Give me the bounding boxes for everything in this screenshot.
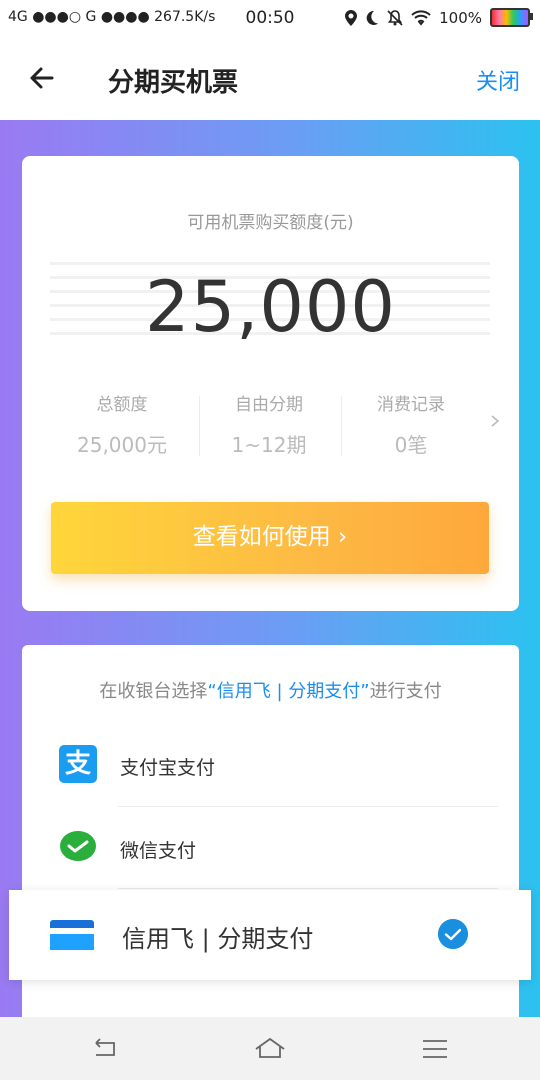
stat-value: 25,000元	[77, 433, 167, 457]
stat-label: 消费记录	[377, 395, 445, 415]
stat-total-limit: 总额度 25,000元	[52, 390, 192, 458]
stat-consumption-records[interactable]: 消费记录 0笔	[341, 390, 481, 458]
wifi-icon	[411, 9, 431, 26]
stat-value: 1~12期	[231, 433, 307, 457]
battery-percent: 100%	[439, 8, 482, 27]
available-limit-label: 可用机票购买额度(元)	[187, 213, 354, 233]
back-arrow-icon[interactable]	[26, 62, 58, 94]
row-divider	[118, 888, 498, 889]
system-nav-bar	[0, 1017, 540, 1080]
check-icon	[438, 919, 468, 949]
bank-card-icon	[50, 920, 94, 950]
moon-icon	[366, 10, 379, 25]
stat-label: 自由分期	[235, 395, 303, 415]
stat-installments: 自由分期 1~12期	[199, 390, 339, 458]
how-to-use-button[interactable]: 查看如何使用 ›	[51, 502, 489, 574]
stat-value: 0笔	[394, 433, 428, 457]
tip-prefix: 在收银台选择	[99, 681, 208, 702]
battery-icon	[490, 8, 533, 27]
tip-suffix: 进行支付	[369, 681, 442, 702]
alipay-icon: 支	[59, 745, 97, 783]
status-icons: 100%	[345, 8, 533, 27]
top-nav: 分期买机票 关闭	[0, 36, 540, 120]
payment-tip: 在收银台选择“信用飞 | 分期支付”进行支付	[22, 677, 519, 703]
stat-label: 总额度	[96, 395, 148, 415]
tip-highlight: “信用飞 | 分期支付”	[207, 681, 370, 702]
close-button[interactable]: 关闭	[476, 64, 520, 96]
mute-bell-icon	[387, 9, 403, 26]
credit-limit-card: 可用机票购买额度(元) 25,000 总额度 25,000元 自由分期 1~12…	[22, 156, 519, 611]
status-bar: 4G ●●●○ G ●●●● 267.5K/s 00:50 100%	[0, 0, 540, 36]
payment-option-xinyongfei[interactable]: 信用飞 | 分期支付	[9, 890, 531, 980]
payment-option-label: 微信支付	[120, 840, 197, 862]
payment-option-label: 支付宝支付	[120, 757, 216, 779]
location-icon	[345, 9, 358, 26]
payment-option-wechat[interactable]: 微信支付	[22, 808, 519, 888]
available-amount: 25,000	[145, 266, 396, 348]
home-nav-icon[interactable]	[253, 1033, 287, 1065]
page-title: 分期买机票	[108, 68, 239, 98]
chevron-right-icon[interactable]	[488, 414, 502, 428]
menu-nav-icon[interactable]	[418, 1033, 452, 1065]
row-divider	[118, 806, 498, 807]
stats-row: 总额度 25,000元 自由分期 1~12期 消费记录 0笔	[52, 390, 500, 460]
payment-option-alipay[interactable]: 支 支付宝支付	[22, 725, 519, 805]
wechat-pay-icon	[60, 831, 96, 861]
back-nav-icon[interactable]	[88, 1033, 122, 1065]
selected-option-label: 信用飞 | 分期支付	[122, 925, 314, 953]
